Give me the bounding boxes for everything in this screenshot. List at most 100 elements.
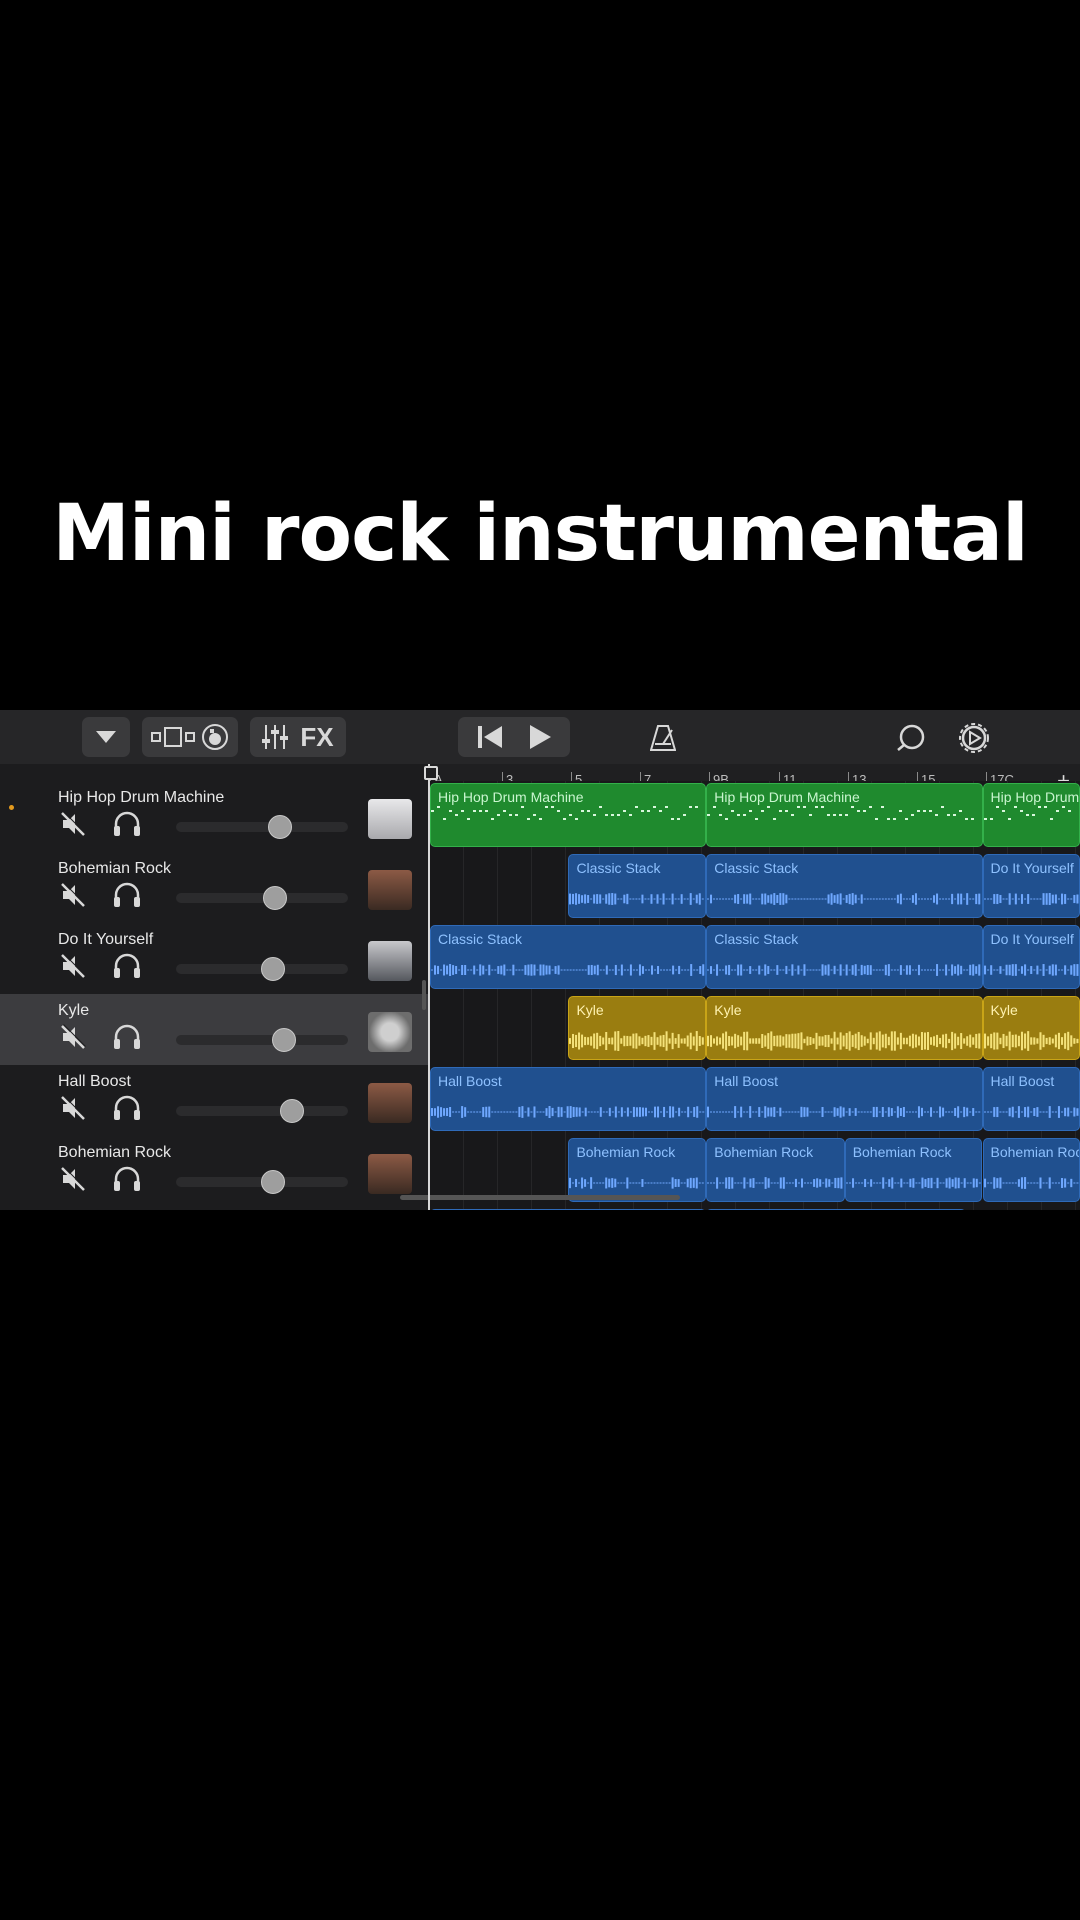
instrument-amp-icon[interactable] xyxy=(368,1154,412,1194)
region[interactable]: Classic Stack xyxy=(706,854,983,918)
solo-headphones-icon[interactable] xyxy=(112,882,142,913)
region[interactable]: Bohemian Rock xyxy=(982,1138,1080,1202)
transport-group xyxy=(458,717,570,757)
region[interactable]: Hall Boost xyxy=(706,1067,983,1131)
region[interactable]: Vibrato Blues xyxy=(430,1209,707,1210)
solo-headphones-icon[interactable] xyxy=(112,1095,142,1126)
mute-icon[interactable] xyxy=(60,811,86,842)
volume-slider[interactable] xyxy=(176,1099,348,1123)
metronome-icon[interactable] xyxy=(650,724,676,752)
region[interactable]: Hip Hop Drum Machine xyxy=(430,783,707,847)
volume-slider[interactable] xyxy=(176,1028,348,1052)
track-name: Hip Hop Drum Machine xyxy=(58,789,225,806)
region[interactable]: Hall Boost xyxy=(982,1067,1080,1131)
region[interactable]: Kyle xyxy=(706,996,983,1060)
rewind-icon[interactable] xyxy=(476,724,504,750)
region-label: Bohemian Rock xyxy=(714,1144,814,1160)
region-label: Hall Boost xyxy=(990,1073,1055,1089)
region-label: Kyle xyxy=(990,1002,1018,1018)
track-lane[interactable]: Kyle Kyle Kyle xyxy=(430,994,1080,1066)
track-header[interactable]: Hip Hop Drum Machine xyxy=(0,781,428,853)
tracks-view-icon[interactable] xyxy=(151,725,195,749)
mixer-icon[interactable] xyxy=(262,723,289,751)
region[interactable]: Kyle xyxy=(982,996,1080,1060)
solo-headphones-icon[interactable] xyxy=(112,1166,142,1197)
vertical-scrollbar[interactable] xyxy=(422,980,426,1010)
region[interactable]: Classic Stack xyxy=(430,925,707,989)
settings-icon[interactable] xyxy=(958,722,990,754)
region-label: Classic Stack xyxy=(576,860,661,876)
region[interactable]: Bohemian Rock xyxy=(568,1138,707,1202)
loop-browser-icon[interactable] xyxy=(896,723,926,753)
solo-headphones-icon[interactable] xyxy=(112,811,142,842)
mixer-fx-group: FX xyxy=(250,717,346,757)
track-header[interactable]: Bohemian Rock xyxy=(0,852,428,924)
region-label: Classic Stack xyxy=(714,931,799,947)
region[interactable]: Classic Stack xyxy=(568,854,707,918)
region[interactable]: Vibrato Blues xyxy=(706,1209,967,1210)
volume-knob[interactable] xyxy=(261,957,286,981)
track-name: Bohemian Rock xyxy=(58,860,171,877)
track-name: Hall Boost xyxy=(58,1073,131,1090)
mute-icon[interactable] xyxy=(60,1166,86,1197)
track-lane[interactable]: Classic Stack Classic Stack Do It Yourself xyxy=(430,923,1080,995)
region-label: Kyle xyxy=(576,1002,604,1018)
solo-headphones-icon[interactable] xyxy=(112,1024,142,1055)
volume-knob[interactable] xyxy=(280,1099,305,1123)
track-lane[interactable]: Hall Boost Hall Boost Hall Boost xyxy=(430,1065,1080,1137)
region[interactable]: Hall Boost xyxy=(430,1067,707,1131)
track-header[interactable]: Kyle xyxy=(0,994,428,1066)
volume-slider[interactable] xyxy=(176,957,348,981)
instrument-amp-stack-icon[interactable] xyxy=(368,941,412,981)
instrument-amp-icon[interactable] xyxy=(368,870,412,910)
volume-knob[interactable] xyxy=(261,1170,286,1194)
dropdown-icon xyxy=(96,731,116,743)
region-label: Bohemian Rock xyxy=(852,1144,952,1160)
volume-slider[interactable] xyxy=(176,1170,348,1194)
region-label: Hip Hop Drum xyxy=(990,789,1080,805)
mute-icon[interactable] xyxy=(60,953,86,984)
region[interactable]: Do It Yourself xyxy=(982,925,1080,989)
playhead[interactable] xyxy=(428,764,430,1210)
volume-slider[interactable] xyxy=(176,815,348,839)
region[interactable]: Bohemian Rock xyxy=(706,1138,845,1202)
region-label: Kyle xyxy=(714,1002,742,1018)
track-header[interactable]: Vibrato Blues xyxy=(0,1207,428,1210)
region-label: Do It Yourself xyxy=(990,860,1074,876)
region[interactable]: Do It Yourself xyxy=(982,854,1080,918)
dropdown-button[interactable] xyxy=(82,717,130,757)
region[interactable]: Classic Stack xyxy=(706,925,983,989)
region-label: Do It Yourself xyxy=(990,931,1074,947)
solo-headphones-icon[interactable] xyxy=(112,953,142,984)
track-header[interactable]: Do It Yourself xyxy=(0,923,428,995)
region[interactable]: Bohemian Rock xyxy=(844,1138,983,1202)
track-list: Hip Hop Drum Machine Hip Hop Drum Machine… xyxy=(0,781,1080,1210)
instrument-drum-kit-icon[interactable] xyxy=(368,1012,412,1052)
volume-knob[interactable] xyxy=(263,886,288,910)
track-lane[interactable]: Classic Stack Classic Stack Do It Yourself xyxy=(430,852,1080,924)
play-icon[interactable] xyxy=(528,724,552,750)
mute-icon[interactable] xyxy=(60,1024,86,1055)
horizontal-scrollbar[interactable] xyxy=(400,1195,680,1200)
mute-icon[interactable] xyxy=(60,882,86,913)
playhead-handle[interactable] xyxy=(424,766,438,780)
volume-knob[interactable] xyxy=(271,1028,296,1052)
mute-icon[interactable] xyxy=(60,1095,86,1126)
instrument-drum-machine-icon[interactable] xyxy=(368,799,412,839)
region[interactable]: Kyle xyxy=(568,996,707,1060)
region-label: Classic Stack xyxy=(714,860,799,876)
instrument-amp-icon[interactable] xyxy=(368,1083,412,1123)
view-button-group xyxy=(142,717,238,757)
live-loops-icon[interactable] xyxy=(201,723,229,751)
region-label: Classic Stack xyxy=(438,931,523,947)
track-header[interactable]: Bohemian Rock xyxy=(0,1136,428,1208)
region[interactable]: Hip Hop Drum Machine xyxy=(706,783,983,847)
track-lane[interactable]: Vibrato BluesVibrato Blues xyxy=(430,1207,1080,1210)
region[interactable]: Hip Hop Drum xyxy=(982,783,1080,847)
track-lane[interactable]: Hip Hop Drum Machine Hip Hop Drum Machine… xyxy=(430,781,1080,853)
track-name: Kyle xyxy=(58,1002,90,1019)
volume-knob[interactable] xyxy=(268,815,293,839)
volume-slider[interactable] xyxy=(176,886,348,910)
track-header[interactable]: Hall Boost xyxy=(0,1065,428,1137)
fx-button[interactable]: FX xyxy=(300,722,333,753)
